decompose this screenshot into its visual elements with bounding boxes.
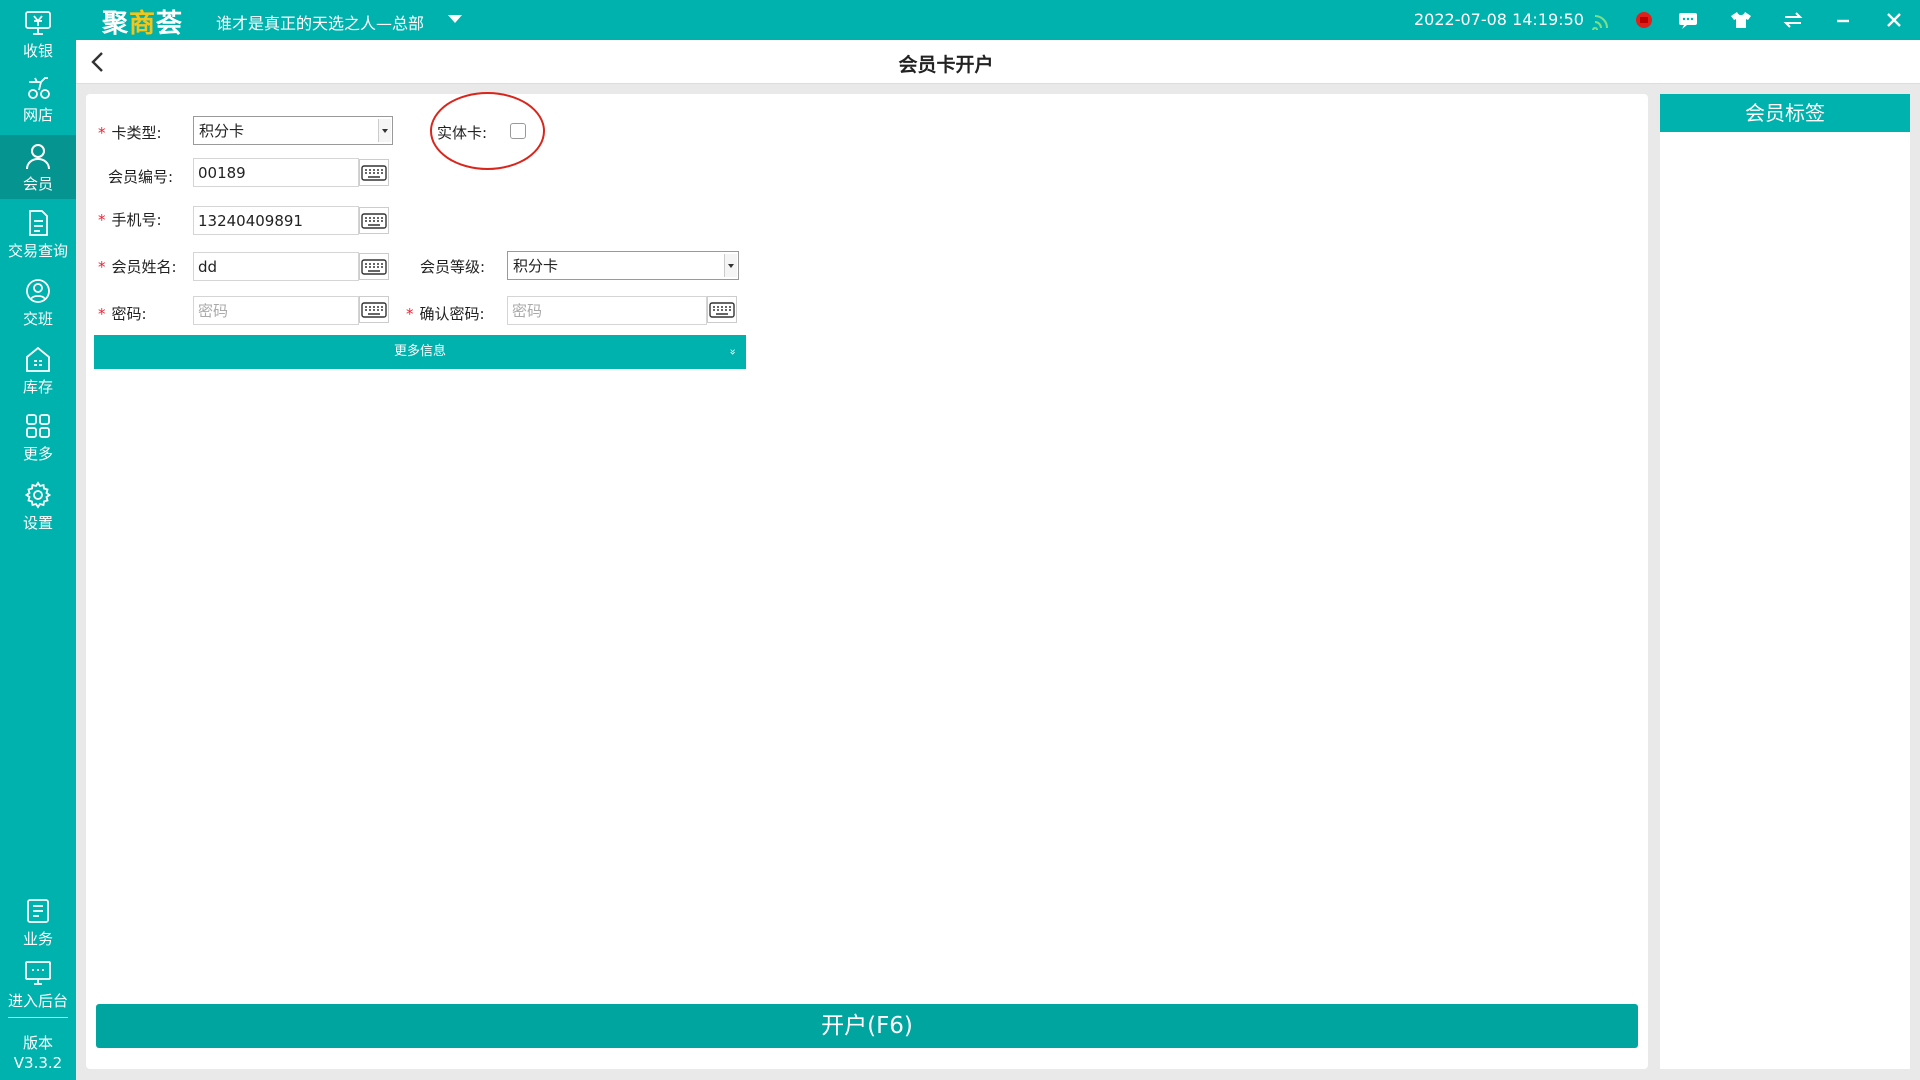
member-name-label: * 会员姓名: bbox=[98, 258, 177, 276]
version-info: 版本 V3.3.2 bbox=[0, 1033, 76, 1073]
minimize-icon[interactable] bbox=[1831, 9, 1855, 31]
phone-label: * 手机号: bbox=[98, 211, 162, 229]
wifi-signal-icon bbox=[1590, 9, 1614, 31]
sidebar-item-label: 更多 bbox=[22, 444, 53, 463]
sidebar-item-backend[interactable]: 进入后台 bbox=[0, 952, 76, 1016]
settings-gear-icon bbox=[24, 480, 52, 509]
member-name-input[interactable]: dd bbox=[193, 252, 359, 281]
sidebar-item-label: 交易查询 bbox=[7, 241, 68, 260]
required-mark-icon: * bbox=[406, 305, 414, 323]
sidebar-item-inventory[interactable]: 库存 bbox=[0, 338, 76, 402]
store-dropdown-caret-icon[interactable] bbox=[448, 15, 462, 23]
page-title: 会员卡开户 bbox=[898, 54, 994, 76]
sidebar: 收银 网店 会员 交易查询 交班 库存 更多 设置 业务 进入后台 版本 V3.… bbox=[0, 0, 76, 1080]
required-mark-icon: * bbox=[98, 211, 106, 229]
sidebar-item-label: 交班 bbox=[22, 309, 53, 328]
sidebar-item-label: 会员 bbox=[22, 174, 53, 193]
keyboard-icon[interactable] bbox=[359, 207, 389, 234]
password-input[interactable]: 密码 bbox=[193, 296, 359, 325]
more-grid-icon bbox=[26, 413, 50, 438]
app-logo: 聚商荟 bbox=[102, 9, 184, 39]
member-level-label: 会员等级: bbox=[420, 258, 486, 276]
annotation-circle bbox=[430, 92, 545, 170]
business-icon bbox=[27, 898, 49, 923]
sidebar-item-business[interactable]: 业务 bbox=[0, 890, 76, 954]
dropdown-arrow-icon bbox=[378, 119, 391, 142]
store-name[interactable]: 谁才是真正的天选之人—总部 bbox=[216, 10, 424, 34]
close-icon[interactable] bbox=[1882, 9, 1906, 31]
member-tags-panel: 会员标签 bbox=[1660, 94, 1910, 1069]
datetime: 2022-07-08 14:19:50 bbox=[1414, 10, 1584, 29]
confirm-password-label: * 确认密码: bbox=[406, 305, 485, 323]
sidebar-item-label: 库存 bbox=[22, 377, 53, 396]
shift-handover-icon bbox=[26, 278, 50, 303]
sidebar-item-member[interactable]: 会员 bbox=[0, 135, 76, 199]
confirm-password-input[interactable]: 密码 bbox=[507, 296, 707, 325]
keyboard-icon[interactable] bbox=[359, 159, 389, 186]
cashier-icon bbox=[25, 10, 51, 35]
required-mark-icon: * bbox=[98, 124, 106, 142]
form-panel bbox=[86, 94, 1648, 1069]
card-type-select[interactable]: 积分卡 bbox=[193, 116, 393, 145]
password-label: * 密码: bbox=[98, 305, 147, 323]
sidebar-item-shift-handover[interactable]: 交班 bbox=[0, 270, 76, 334]
sidebar-item-cashier[interactable]: 收银 bbox=[0, 2, 76, 66]
double-chevron-down-icon: » bbox=[726, 348, 740, 356]
sidebar-item-settings[interactable]: 设置 bbox=[0, 474, 76, 538]
sidebar-item-online-store[interactable]: 网店 bbox=[0, 66, 76, 130]
top-bar: 聚商荟 谁才是真正的天选之人—总部 2022-07-08 14:19:50 bbox=[76, 0, 1920, 40]
member-tags-title: 会员标签 bbox=[1660, 94, 1910, 132]
member-no-label: 会员编号: bbox=[108, 168, 174, 186]
inventory-icon bbox=[26, 346, 50, 372]
sidebar-item-label: 业务 bbox=[22, 929, 53, 948]
member-level-select[interactable]: 积分卡 bbox=[507, 251, 739, 280]
member-icon bbox=[26, 143, 50, 169]
switch-arrows-icon[interactable] bbox=[1781, 9, 1805, 31]
sidebar-item-label: 网店 bbox=[22, 105, 53, 124]
sidebar-item-label: 收银 bbox=[22, 41, 53, 60]
message-icon[interactable] bbox=[1676, 9, 1700, 31]
phone-input[interactable]: 13240409891 bbox=[193, 206, 359, 235]
record-status-icon[interactable] bbox=[1632, 9, 1656, 31]
keyboard-icon[interactable] bbox=[707, 296, 737, 323]
sidebar-divider bbox=[8, 1017, 68, 1018]
sidebar-item-more[interactable]: 更多 bbox=[0, 405, 76, 469]
version-label: 版本 bbox=[22, 1034, 53, 1052]
transaction-query-icon bbox=[29, 209, 48, 236]
online-store-icon bbox=[28, 76, 50, 99]
theme-shirt-icon[interactable] bbox=[1729, 9, 1753, 31]
required-mark-icon: * bbox=[98, 258, 106, 276]
member-no-input[interactable]: 00189 bbox=[193, 158, 359, 187]
keyboard-icon[interactable] bbox=[359, 296, 389, 323]
sidebar-item-label: 设置 bbox=[22, 513, 53, 532]
sidebar-item-label: 进入后台 bbox=[7, 991, 68, 1010]
keyboard-icon[interactable] bbox=[359, 253, 389, 280]
required-mark-icon: * bbox=[98, 305, 106, 323]
dropdown-arrow-icon bbox=[724, 254, 737, 277]
backend-monitor-icon bbox=[25, 960, 51, 985]
sidebar-item-transaction-query[interactable]: 交易查询 bbox=[0, 202, 76, 266]
more-info-toggle[interactable]: 更多信息» bbox=[94, 335, 746, 369]
title-bar: 会员卡开户 bbox=[76, 40, 1920, 84]
open-account-button[interactable]: 开户(F6) bbox=[96, 1004, 1638, 1048]
card-type-label: * 卡类型: bbox=[98, 124, 162, 142]
version-number: V3.3.2 bbox=[13, 1054, 63, 1072]
